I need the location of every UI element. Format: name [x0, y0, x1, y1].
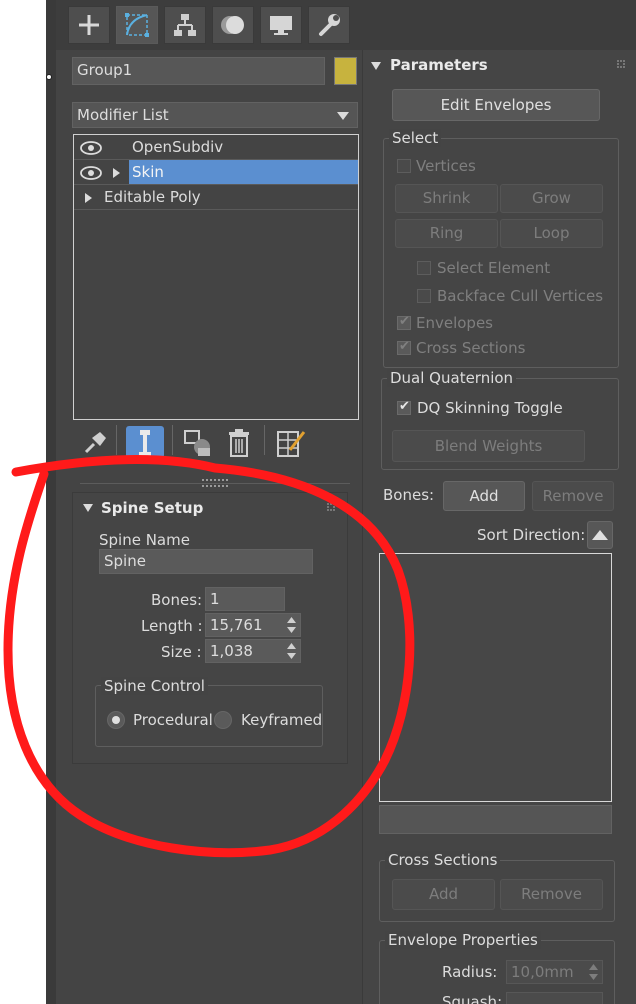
red-annotation-circle: [3, 455, 415, 858]
